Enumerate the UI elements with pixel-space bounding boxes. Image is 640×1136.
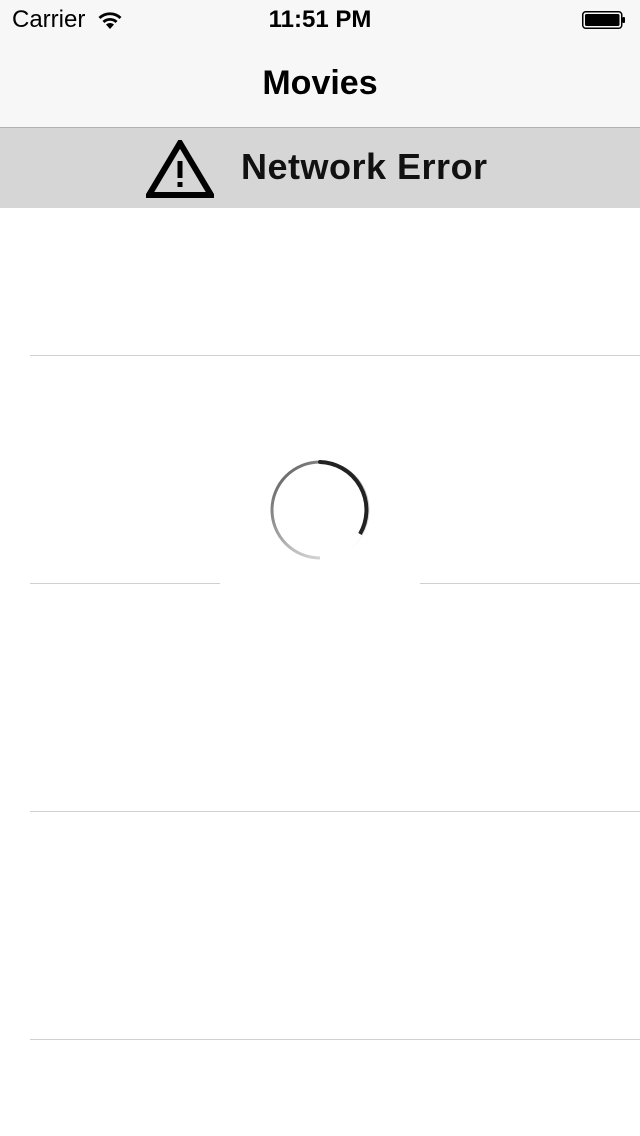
loading-indicator xyxy=(220,410,420,610)
warning-icon xyxy=(146,140,214,198)
page-title: Movies xyxy=(262,64,378,102)
status-time: 11:51 PM xyxy=(268,6,372,33)
list-item[interactable] xyxy=(0,812,640,1040)
list-item[interactable] xyxy=(0,584,640,812)
movies-list[interactable] xyxy=(0,208,640,1136)
row-separator xyxy=(30,1039,640,1040)
battery-icon xyxy=(582,11,625,29)
network-error-label: Network Error xyxy=(241,146,488,187)
network-error-banner[interactable]: Network Error xyxy=(0,128,640,208)
navigation-bar: Movies xyxy=(0,40,640,128)
status-bar: Carrier 11:51 PM xyxy=(0,0,640,40)
loading-spinner-icon xyxy=(270,460,370,561)
